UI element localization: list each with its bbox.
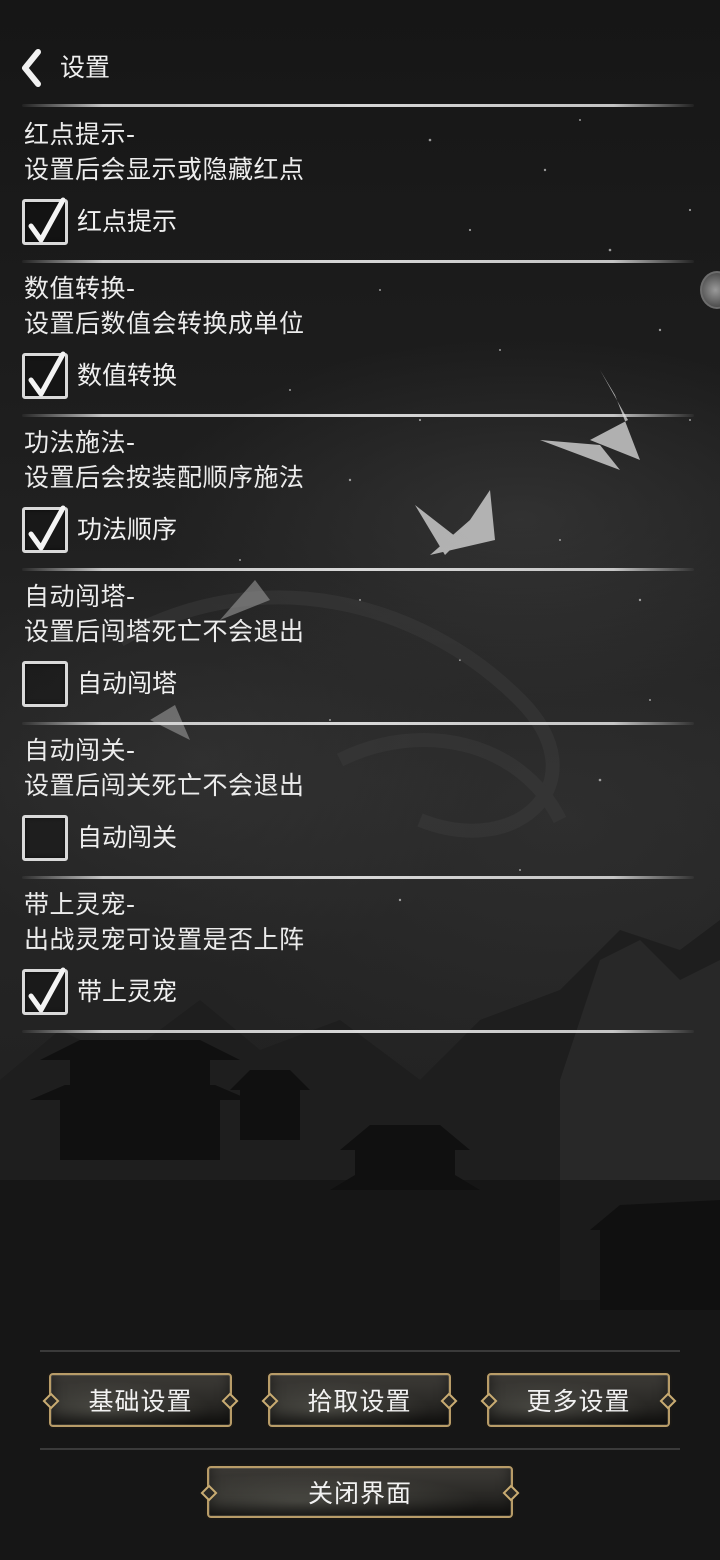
setting-section-auto-stage: 自动闯关- 设置后闯关死亡不会退出 自动闯关	[0, 722, 720, 876]
setting-section-skill-cast: 功法施法- 设置后会按装配顺序施法 功法顺序	[0, 414, 720, 568]
header: 设置	[0, 0, 720, 105]
checkbox[interactable]	[22, 967, 68, 1015]
section-description: 设置后数值会转换成单位	[24, 309, 305, 338]
checkbox-label: 红点提示	[77, 207, 178, 236]
checkbox-label: 带上灵宠	[77, 977, 178, 1006]
checkbox-row[interactable]: 带上灵宠	[22, 966, 177, 1018]
checkbox-row[interactable]: 数值转换	[22, 350, 177, 402]
checkbox-label: 自动闯关	[77, 823, 178, 852]
divider	[22, 1030, 694, 1033]
back-button[interactable]	[14, 46, 48, 90]
checkbox[interactable]	[22, 505, 68, 553]
more-settings-button[interactable]: 更多设置	[487, 1373, 670, 1427]
checkbox-row[interactable]: 自动闯塔	[22, 658, 177, 710]
section-title: 红点提示-	[24, 120, 136, 149]
checkmark-icon	[28, 967, 66, 1013]
checkbox[interactable]	[22, 351, 68, 399]
close-panel-button[interactable]: 关闭界面	[207, 1466, 513, 1518]
section-description: 出战灵宠可设置是否上阵	[24, 925, 305, 954]
setting-section-red-dot: 红点提示- 设置后会显示或隐藏红点 红点提示	[0, 106, 720, 260]
section-title: 自动闯塔-	[24, 582, 136, 611]
checkbox-label: 功法顺序	[77, 515, 178, 544]
chevron-left-icon	[22, 49, 41, 87]
setting-section-pet: 带上灵宠- 出战灵宠可设置是否上阵 带上灵宠	[0, 876, 720, 1030]
basic-settings-button[interactable]: 基础设置	[49, 1373, 232, 1427]
checkbox[interactable]	[22, 197, 68, 245]
checkbox-row[interactable]: 红点提示	[22, 196, 177, 248]
setting-section-value-convert: 数值转换- 设置后数值会转换成单位 数值转换	[0, 260, 720, 414]
section-description: 设置后会按装配顺序施法	[24, 463, 305, 492]
checkmark-icon	[28, 197, 66, 243]
section-title: 带上灵宠-	[24, 890, 136, 919]
checkbox-row[interactable]: 功法顺序	[22, 504, 177, 556]
section-title: 自动闯关-	[24, 736, 136, 765]
checkbox-row[interactable]: 自动闯关	[22, 812, 177, 864]
pickup-settings-button[interactable]: 拾取设置	[268, 1373, 451, 1427]
checkmark-icon	[28, 351, 66, 397]
checkbox[interactable]	[22, 661, 68, 707]
checkbox-label: 数值转换	[77, 361, 178, 390]
setting-section-auto-tower: 自动闯塔- 设置后闯塔死亡不会退出 自动闯塔	[0, 568, 720, 722]
page-title: 设置	[60, 53, 111, 82]
section-description: 设置后会显示或隐藏红点	[24, 155, 305, 184]
checkmark-icon	[28, 505, 66, 551]
section-description: 设置后闯关死亡不会退出	[24, 771, 305, 800]
section-title: 数值转换-	[24, 274, 136, 303]
checkbox-label: 自动闯塔	[77, 669, 178, 698]
section-description: 设置后闯塔死亡不会退出	[24, 617, 305, 646]
checkbox[interactable]	[22, 815, 68, 861]
section-title: 功法施法-	[24, 428, 136, 457]
